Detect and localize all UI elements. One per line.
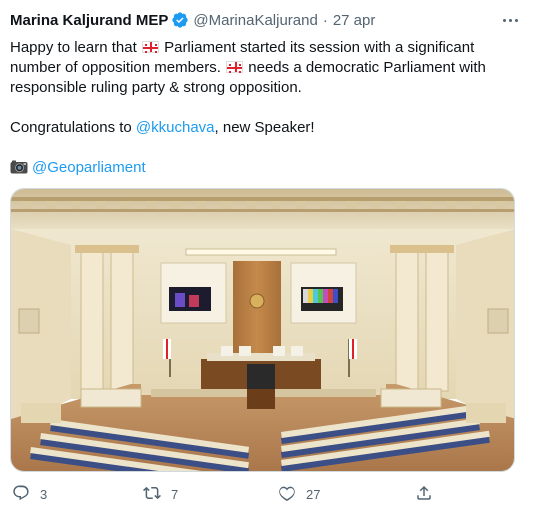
- user-handle[interactable]: @MarinaKaljurand: [193, 12, 317, 29]
- share-icon: [415, 484, 433, 505]
- parliament-hall-image: [11, 189, 514, 471]
- mention-link[interactable]: @kkuchava: [136, 119, 215, 136]
- verified-badge-icon: [171, 11, 189, 29]
- display-name[interactable]: Marina Kaljurand MEP: [10, 12, 168, 29]
- retweet-icon: [143, 484, 161, 505]
- like-icon: [278, 484, 296, 505]
- georgia-flag-icon: [141, 41, 159, 53]
- like-count: 27: [306, 486, 321, 502]
- tweet-actions: 3 7 27: [10, 484, 525, 504]
- georgia-flag-icon: [226, 61, 244, 73]
- retweet-count: 7: [171, 486, 179, 502]
- tweet-text: Happy to learn that Parliament started i…: [10, 38, 525, 178]
- tweet-text-part: Congratulations to: [10, 119, 132, 136]
- reply-button[interactable]: 3: [12, 484, 47, 504]
- location-mention-link[interactable]: @Geoparliament: [32, 159, 146, 176]
- tweet-card[interactable]: Marina Kaljurand MEP @MarinaKaljurand · …: [0, 0, 535, 513]
- tweet-text-part: Happy to learn that: [10, 39, 137, 56]
- tweet-text-part: , new Speaker!: [214, 119, 315, 136]
- more-icon[interactable]: [499, 10, 521, 30]
- tweet-date[interactable]: 27 apr: [333, 12, 376, 29]
- retweet-button[interactable]: 7: [143, 484, 178, 504]
- share-button[interactable]: [415, 484, 433, 504]
- reply-icon: [12, 484, 30, 505]
- like-button[interactable]: 27: [278, 484, 320, 504]
- tweet-header: Marina Kaljurand MEP @MarinaKaljurand · …: [10, 10, 525, 30]
- tweet-photo[interactable]: [10, 188, 515, 472]
- header-separator: ·: [322, 11, 328, 29]
- reply-count: 3: [40, 486, 48, 502]
- camera-icon: [10, 160, 28, 174]
